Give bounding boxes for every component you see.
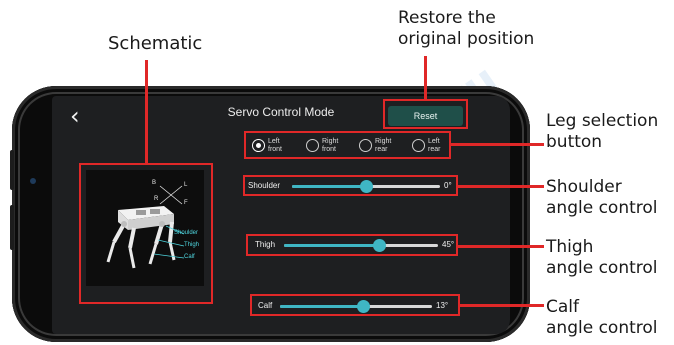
- callout-leg-selection: Leg selection button: [546, 111, 659, 152]
- callout-restore: Restore the original position: [398, 8, 535, 49]
- connector-line: [451, 143, 544, 146]
- callout-calf: Calf angle control: [546, 297, 658, 338]
- callout-schematic: Schematic: [108, 33, 203, 54]
- highlight-thigh: [246, 234, 458, 256]
- highlight-shoulder: [243, 175, 458, 196]
- connector-line: [458, 245, 544, 248]
- camera-icon: [30, 178, 36, 184]
- connector-line: [424, 56, 427, 99]
- connector-line: [145, 60, 148, 163]
- highlight-calf: [250, 294, 460, 316]
- phone-side-button: [10, 150, 14, 190]
- highlight-schematic: [79, 163, 213, 304]
- callout-thigh: Thigh angle control: [546, 237, 658, 278]
- connector-line: [460, 304, 544, 307]
- callout-shoulder: Shoulder angle control: [546, 177, 658, 218]
- highlight-leg-selection: [244, 131, 451, 159]
- highlight-reset: [383, 99, 468, 129]
- connector-line: [458, 185, 544, 188]
- phone-side-button: [10, 205, 14, 250]
